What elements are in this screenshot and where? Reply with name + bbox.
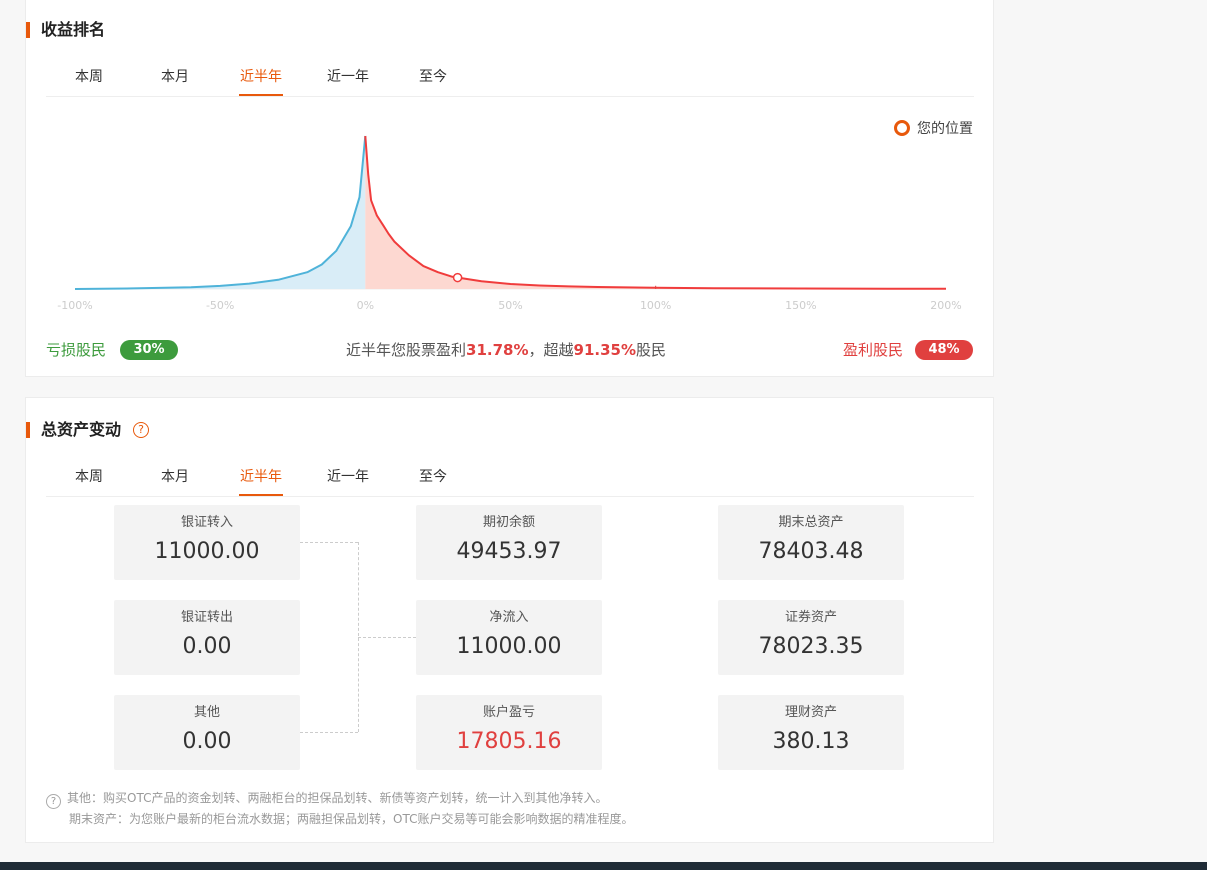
account-pl-value: 17805.16 (456, 729, 562, 754)
x-tick-label: 200% (930, 299, 961, 312)
assets-title-text: 总资产变动 (41, 420, 122, 439)
summary-text: 近半年您股票盈利31.78%，超越91.35%股民 (346, 338, 666, 362)
connector-line (300, 732, 358, 733)
net-inflow-label: 净流入 (489, 610, 529, 625)
wealth-mgmt-assets-box: 理财资产 380.13 (718, 695, 904, 770)
tab-month[interactable]: 本月 (160, 462, 190, 494)
loss-investors-badge: 30% (120, 340, 178, 360)
tab-year[interactable]: 近一年 (326, 462, 370, 494)
bank-transfer-in-value: 11000.00 (154, 539, 260, 564)
other-transfer-value: 0.00 (182, 729, 232, 754)
footnote-other-text: 其他：购买OTC产品的资金划转、两融柜台的担保品划转、新债等资产划转，统一计入到… (67, 791, 608, 805)
return-distribution-chart: -100% -50% 0% 50% 100% 150% 200% (57, 135, 962, 312)
assets-period-tabs: 本周 本月 近半年 近一年 至今 (46, 462, 974, 497)
bank-transfer-out-box: 银证转出 0.00 (114, 600, 300, 675)
tab-year[interactable]: 近一年 (326, 62, 370, 94)
beat-value: 91.35% (573, 341, 636, 359)
footer-bar (0, 862, 1207, 870)
opening-balance-box: 期初余额 49453.97 (416, 505, 602, 580)
tab-to-date[interactable]: 至今 (418, 62, 448, 94)
bank-transfer-in-label: 银证转入 (180, 515, 233, 530)
wealth-mgmt-assets-value: 380.13 (772, 729, 850, 754)
tab-half-year[interactable]: 近半年 (239, 462, 283, 496)
tab-half-year[interactable]: 近半年 (239, 62, 283, 96)
securities-assets-value: 78023.35 (758, 634, 864, 659)
section-title-assets: 总资产变动 ? (26, 420, 149, 440)
x-tick-label: 0% (357, 299, 374, 312)
securities-assets-box: 证券资产 78023.35 (718, 600, 904, 675)
closing-total-assets-value: 78403.48 (758, 539, 864, 564)
wealth-mgmt-assets-label: 理财资产 (784, 705, 837, 720)
securities-assets-label: 证券资产 (784, 610, 837, 625)
bank-transfer-out-value: 0.00 (182, 634, 232, 659)
profit-investors-badge: 48% (915, 340, 973, 360)
total-assets-card: 总资产变动 ? 本周 本月 近半年 近一年 至今 银证转入 11000.00 银… (25, 397, 994, 843)
x-tick-label: -100% (57, 299, 92, 312)
x-tick-label: 100% (640, 299, 671, 312)
profit-ranking-card: 收益排名 本周 本月 近半年 近一年 至今 您的位置 -100% -50% 0% 50… (25, 0, 994, 377)
ranking-title-text: 收益排名 (41, 20, 106, 39)
closing-total-assets-label: 期末总资产 (778, 515, 844, 530)
x-tick-label: -50% (206, 299, 234, 312)
ranking-period-tabs: 本周 本月 近半年 近一年 至今 (46, 62, 974, 97)
tab-week[interactable]: 本周 (74, 62, 104, 94)
tab-week[interactable]: 本周 (74, 462, 104, 494)
opening-balance-label: 期初余额 (482, 515, 535, 530)
question-icon: ? (46, 794, 61, 809)
footnote-other: ? 其他：购买OTC产品的资金划转、两融柜台的担保品划转、新债等资产划转，统一计入… (46, 788, 633, 809)
profit-area (365, 136, 946, 289)
net-inflow-box: 净流入 11000.00 (416, 600, 602, 675)
account-pl-label: 账户盈亏 (482, 705, 535, 720)
other-transfer-label: 其他 (193, 705, 220, 720)
user-position-marker (452, 272, 463, 283)
x-tick-label: 50% (498, 299, 522, 312)
tab-to-date[interactable]: 至今 (418, 462, 448, 494)
x-tick-label: 150% (785, 299, 816, 312)
help-icon[interactable]: ? (133, 422, 149, 438)
connector-line (358, 637, 416, 638)
summary-prefix: 近半年您股票盈利 (346, 341, 467, 359)
footnotes: ? 其他：购买OTC产品的资金划转、两融柜台的担保品划转、新债等资产划转，统一计入… (46, 788, 633, 829)
account-pl-box: 账户盈亏 17805.16 (416, 695, 602, 770)
opening-balance-value: 49453.97 (456, 539, 562, 564)
footnote-closing-assets: 期末资产：为您账户最新的柜台流水数据；两融担保品划转，OTC账户交易等可能会影响… (69, 812, 634, 826)
loss-area (75, 136, 366, 289)
profit-investors-label: 盈利股民 (842, 341, 903, 359)
profit-series-line (364, 135, 947, 290)
summary-suffix: 股民 (636, 341, 667, 359)
title-accent-bar (26, 422, 30, 438)
return-value: 31.78% (466, 341, 529, 359)
bank-transfer-out-label: 银证转出 (180, 610, 233, 625)
loss-investors-label: 亏损股民 (46, 341, 107, 359)
tab-month[interactable]: 本月 (160, 62, 190, 94)
other-transfer-box: 其他 0.00 (114, 695, 300, 770)
summary-mid: ，超越 (528, 341, 574, 359)
bank-transfer-in-box: 银证转入 11000.00 (114, 505, 300, 580)
title-accent-bar (26, 22, 30, 38)
ranking-summary: 亏损股民 30% 近半年您股票盈利31.78%，超越91.35%股民 盈利股民 … (26, 338, 993, 362)
net-inflow-value: 11000.00 (456, 634, 562, 659)
section-title-ranking: 收益排名 (26, 20, 105, 40)
closing-total-assets-box: 期末总资产 78403.48 (718, 505, 904, 580)
connector-line (300, 542, 358, 543)
